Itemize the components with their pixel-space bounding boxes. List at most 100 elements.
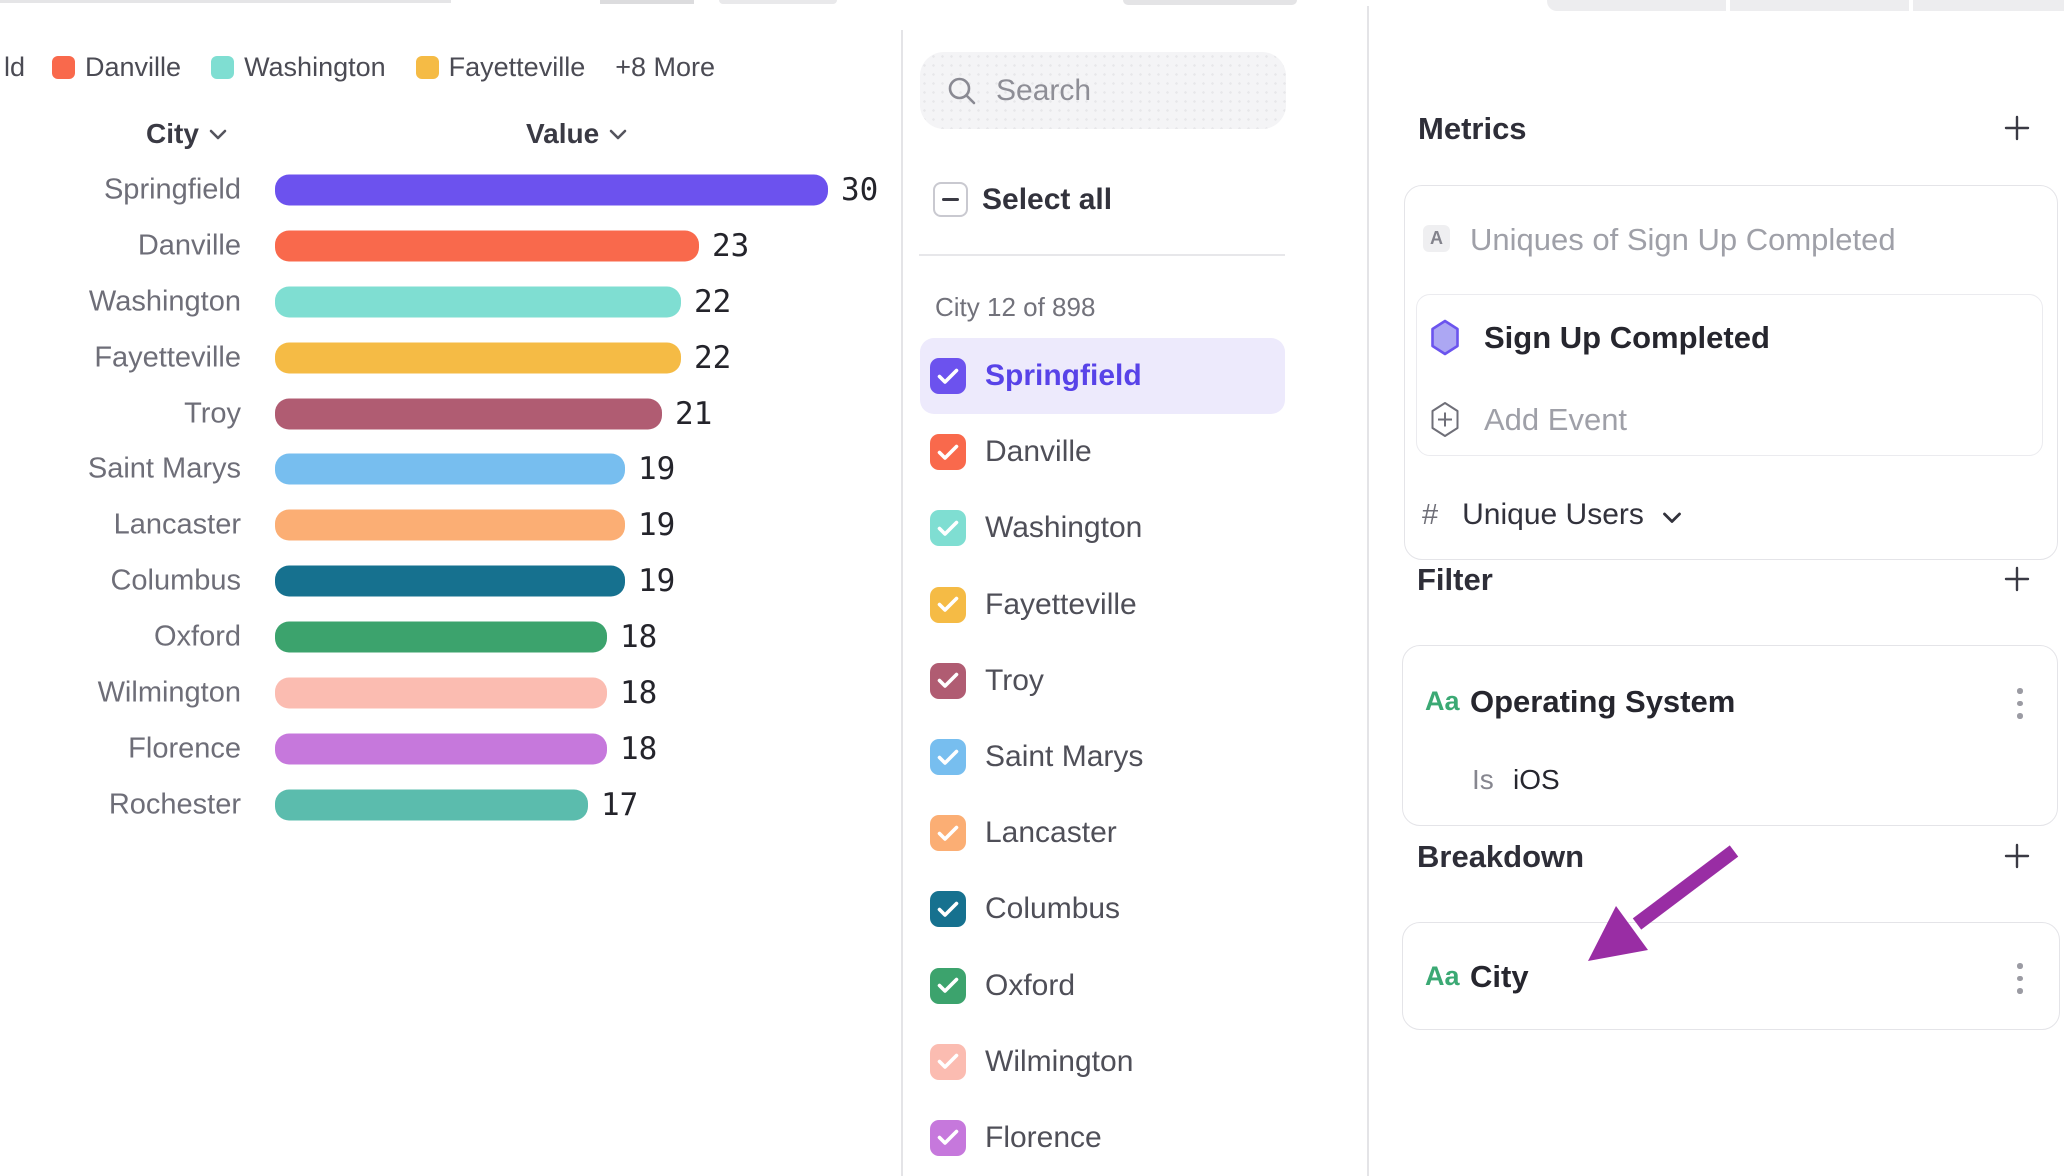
metric-summary: Uniques of Sign Up Completed xyxy=(1470,222,1896,258)
city-list-item[interactable]: Lancaster xyxy=(920,795,1285,871)
legend-more-button[interactable]: +8 More xyxy=(615,52,715,83)
checkmark-icon xyxy=(937,672,959,689)
bar[interactable] xyxy=(275,174,828,205)
bar[interactable] xyxy=(275,733,607,764)
bar-value-label: 23 xyxy=(712,228,749,264)
city-checkbox[interactable] xyxy=(930,434,966,470)
search-input[interactable] xyxy=(994,73,1268,109)
legend-item-truncated[interactable]: ld xyxy=(4,52,25,83)
city-list-item[interactable]: Columbus xyxy=(920,871,1285,947)
bar-chart-row: Danville 23 xyxy=(0,218,902,274)
add-filter-button[interactable] xyxy=(2003,565,2031,593)
city-checkbox[interactable] xyxy=(930,1120,966,1156)
bar-value-label: 18 xyxy=(620,675,657,711)
column-header-value[interactable]: Value xyxy=(526,118,627,150)
checkmark-icon xyxy=(937,901,959,918)
city-checkbox[interactable] xyxy=(930,815,966,851)
city-checkbox[interactable] xyxy=(930,1044,966,1080)
chevron-down-icon xyxy=(1662,512,1682,524)
legend-items: Danville Washington Fayetteville xyxy=(52,52,615,83)
bar-category-label: Fayetteville xyxy=(0,341,241,374)
bar-category-label: Springfield xyxy=(0,173,241,206)
chevron-down-icon xyxy=(609,129,627,140)
city-list-item[interactable]: Saint Marys xyxy=(920,719,1285,795)
city-checkbox[interactable] xyxy=(930,968,966,1004)
select-all-checkbox[interactable] xyxy=(933,182,968,217)
bar-chart-row: Fayetteville 22 xyxy=(0,330,902,386)
filter-menu-button[interactable] xyxy=(2017,688,2023,719)
event-row[interactable]: Sign Up Completed xyxy=(1430,319,1770,356)
top-tab-fragment xyxy=(600,0,694,4)
add-event-row[interactable]: Add Event xyxy=(1430,401,1627,438)
city-checkbox[interactable] xyxy=(930,663,966,699)
bar[interactable] xyxy=(275,286,681,317)
bar-value-label: 18 xyxy=(620,619,657,655)
list-divider xyxy=(919,254,1285,256)
city-checkbox[interactable] xyxy=(930,891,966,927)
bar-chart-row: Wilmington 18 xyxy=(0,665,902,721)
city-name-label: Saint Marys xyxy=(985,740,1143,774)
bar[interactable] xyxy=(275,454,625,485)
city-list-item[interactable]: Florence xyxy=(920,1100,1285,1176)
legend-item[interactable]: Danville xyxy=(52,52,181,83)
city-list-item[interactable]: Oxford xyxy=(920,948,1285,1024)
column-header-city[interactable]: City xyxy=(146,118,227,150)
filter-property-name[interactable]: Operating System xyxy=(1470,684,1735,720)
bar[interactable] xyxy=(275,230,699,261)
bar[interactable] xyxy=(275,677,607,708)
bar-chart-row: Washington 22 xyxy=(0,274,902,330)
legend-swatch xyxy=(211,56,234,79)
bar[interactable] xyxy=(275,622,607,653)
event-name: Sign Up Completed xyxy=(1484,320,1770,356)
breakdown-menu-button[interactable] xyxy=(2017,963,2023,994)
legend-item[interactable]: Washington xyxy=(211,52,386,83)
city-checkbox[interactable] xyxy=(930,358,966,394)
breakdown-property-name[interactable]: City xyxy=(1470,959,1529,995)
select-all-label[interactable]: Select all xyxy=(982,183,1112,217)
bar-value-label: 19 xyxy=(638,563,675,599)
bar[interactable] xyxy=(275,510,625,541)
bar-chart-row: Florence 18 xyxy=(0,721,902,777)
city-list-item[interactable]: Fayetteville xyxy=(920,567,1285,643)
city-checkbox[interactable] xyxy=(930,739,966,775)
top-toolbar-fragment xyxy=(0,0,451,3)
city-name-label: Lancaster xyxy=(985,816,1117,850)
city-checkbox[interactable] xyxy=(930,587,966,623)
add-event-hexagon-icon xyxy=(1430,401,1460,438)
breakdown-card[interactable]: Aa City xyxy=(1402,922,2060,1030)
column-header-city-label: City xyxy=(146,118,199,150)
indeterminate-minus-icon xyxy=(942,198,959,202)
city-name-label: Oxford xyxy=(985,969,1075,1003)
filter-card[interactable]: Aa Operating System Is iOS xyxy=(1402,645,2058,826)
bar-chart-row: Oxford 18 xyxy=(0,609,902,665)
legend-item[interactable]: Fayetteville xyxy=(416,52,586,83)
city-list-item[interactable]: Troy xyxy=(920,643,1285,719)
city-list-item[interactable]: Washington xyxy=(920,490,1285,566)
city-list-item[interactable]: Wilmington xyxy=(920,1024,1285,1100)
bar[interactable] xyxy=(275,398,662,429)
checkmark-icon xyxy=(937,520,959,537)
aggregation-dropdown[interactable]: # Unique Users xyxy=(1422,498,1682,532)
filter-value[interactable]: iOS xyxy=(1513,764,1560,796)
bar-chart-row: Lancaster 19 xyxy=(0,497,902,553)
bar[interactable] xyxy=(275,789,588,820)
bar-category-label: Wilmington xyxy=(0,676,241,709)
bar-value-label: 18 xyxy=(620,731,657,767)
bar-chart-row: Columbus 19 xyxy=(0,553,902,609)
top-tabstrip-fragment xyxy=(1547,0,2064,11)
add-metric-button[interactable] xyxy=(2003,114,2031,142)
city-list-item[interactable]: Springfield xyxy=(920,338,1285,414)
bar[interactable] xyxy=(275,342,681,373)
bar-category-label: Florence xyxy=(0,732,241,765)
checkmark-icon xyxy=(937,977,959,994)
aggregation-label: Unique Users xyxy=(1462,498,1644,532)
filter-operator[interactable]: Is xyxy=(1472,764,1494,796)
bar[interactable] xyxy=(275,566,625,597)
city-count-label: City 12 of 898 xyxy=(935,292,1095,323)
search-box[interactable] xyxy=(920,52,1286,129)
city-checkbox[interactable] xyxy=(930,510,966,546)
city-list-item[interactable]: Danville xyxy=(920,414,1285,490)
checkmark-icon xyxy=(937,825,959,842)
legend-swatch xyxy=(416,56,439,79)
add-breakdown-button[interactable] xyxy=(2003,842,2031,870)
